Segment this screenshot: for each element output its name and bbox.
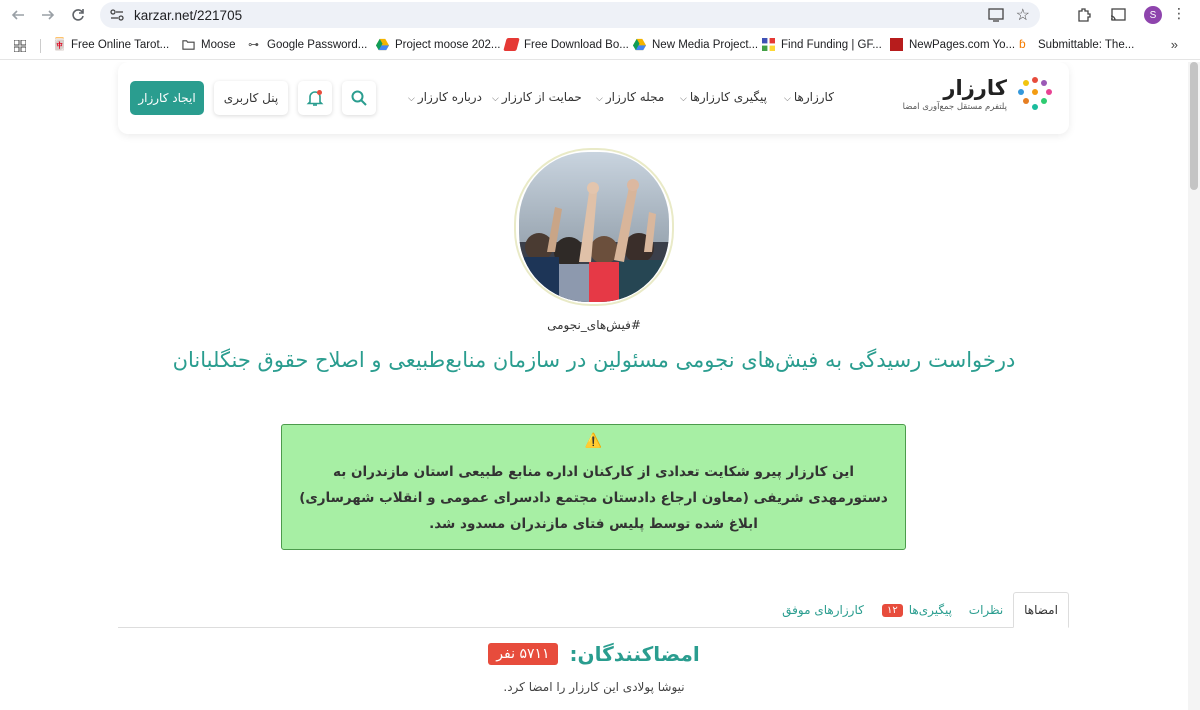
bookmark-star-icon[interactable]: ☆ xyxy=(1016,5,1030,25)
signers-title: امضاکنندگان: xyxy=(569,642,700,666)
url-text[interactable]: karzar.net/221705 xyxy=(134,8,242,23)
menu-item-magazine[interactable]: مجله کارزار⌵ xyxy=(596,90,664,104)
book-icon xyxy=(503,38,520,51)
address-bar[interactable]: karzar.net/221705 ☆ xyxy=(100,2,1040,28)
bookmark-item[interactable]: 🀄 Free Online Tarot... xyxy=(52,38,169,51)
drive-icon xyxy=(633,38,646,51)
site-settings-icon[interactable] xyxy=(110,9,124,21)
notifications-button[interactable] xyxy=(298,81,332,115)
bookmark-folder[interactable]: Moose xyxy=(182,38,236,51)
menu-item-about[interactable]: درباره کارزار⌵ xyxy=(408,90,482,104)
menu-item-followups[interactable]: پیگیری کارزارها⌵ xyxy=(680,90,767,104)
recent-signer: نیوشا پولادی این کارزار را امضا کرد. xyxy=(503,680,685,694)
grid-icon xyxy=(762,38,775,51)
campaign-hashtag[interactable]: #فیش‌های_نجومی xyxy=(0,318,1188,332)
alert-text: این کارزار پیرو شکایت تعدادی از کارکنان … xyxy=(299,464,888,532)
chevron-down-icon: ⌵ xyxy=(784,94,791,104)
search-button[interactable] xyxy=(342,81,376,115)
bookmark-item[interactable]: ⊶ Google Password... xyxy=(248,38,367,52)
create-campaign-button[interactable]: ایجاد کارزار xyxy=(130,81,204,115)
reload-icon[interactable] xyxy=(63,0,93,30)
menu-item-campaigns[interactable]: کارزارها⌵ xyxy=(784,90,834,104)
submittable-icon: ɓ xyxy=(1019,37,1026,51)
apps-grid-icon[interactable] xyxy=(14,40,26,52)
profile-avatar[interactable]: S xyxy=(1144,6,1162,24)
web-page: ایجاد کارزار پنل کاربری درباره کارزار⌵ ح… xyxy=(0,62,1188,710)
site-header: ایجاد کارزار پنل کاربری درباره کارزار⌵ ح… xyxy=(118,62,1069,134)
tab-followups[interactable]: پیگیری‌ها ۱۲ xyxy=(874,592,960,628)
tarot-icon: 🀄 xyxy=(52,37,67,51)
user-panel-button[interactable]: پنل کاربری xyxy=(214,81,288,115)
tab-comments[interactable]: نظرات xyxy=(964,592,1008,628)
logo-tagline: پلتفرم مستقل جمع‌آوری امضا xyxy=(902,102,1007,112)
bookmark-item[interactable]: Find Funding | GF... xyxy=(762,38,882,51)
bookmark-item[interactable]: ɓ Submittable: The... xyxy=(1019,38,1134,51)
logo-name: کارزار xyxy=(943,76,1007,100)
newpages-icon xyxy=(890,38,903,51)
chrome-menu-icon[interactable]: ⋮ xyxy=(1172,6,1186,22)
site-logo[interactable]: کارزار پلتفرم مستقل جمع‌آوری امضا xyxy=(903,76,1053,112)
extensions-icon[interactable] xyxy=(1076,7,1092,23)
bookmark-item[interactable]: Project moose 202... xyxy=(376,38,500,51)
install-app-icon[interactable] xyxy=(988,8,1004,22)
chevron-down-icon: ⌵ xyxy=(680,94,687,104)
warning-icon: ⚠️ xyxy=(584,433,603,449)
blocked-alert: ⚠️ این کارزار پیرو شکایت تعدادی از کارکن… xyxy=(281,424,906,550)
bookmark-item[interactable]: New Media Project... xyxy=(633,38,758,51)
bookmark-item[interactable]: NewPages.com Yo... xyxy=(890,38,1015,51)
signers-count-badge: ۵۷۱۱ نفر xyxy=(488,643,558,665)
tab-signatures[interactable]: امضاها xyxy=(1013,592,1069,628)
menu-item-support[interactable]: حمایت از کارزار⌵ xyxy=(492,90,582,104)
bell-icon xyxy=(306,90,324,106)
chevron-down-icon: ⌵ xyxy=(408,94,415,104)
drive-icon xyxy=(376,38,389,51)
bookmarks-bar: 🀄 Free Online Tarot... Moose ⊶ Google Pass… xyxy=(0,32,1200,60)
page-scrollbar[interactable] xyxy=(1188,62,1200,710)
signers-header: امضاکنندگان: ۵۷۱۱ نفر xyxy=(0,642,1188,666)
scrollbar-thumb[interactable] xyxy=(1190,62,1198,190)
campaign-tabs: امضاها نظرات پیگیری‌ها ۱۲ کارزارهای موفق xyxy=(118,592,1069,628)
campaign-image-frame xyxy=(514,148,674,306)
cast-icon[interactable] xyxy=(1110,8,1126,22)
logo-dots-icon xyxy=(1018,77,1052,110)
more-bookmarks-icon[interactable]: » xyxy=(1171,37,1178,52)
campaign-image xyxy=(519,152,669,302)
browser-toolbar: karzar.net/221705 ☆ S ⋮ xyxy=(0,0,1200,30)
bookmark-item[interactable]: Free Download Bo... xyxy=(503,38,629,51)
key-icon: ⊶ xyxy=(248,39,259,51)
followups-count-badge: ۱۲ xyxy=(882,603,903,617)
chevron-down-icon: ⌵ xyxy=(596,94,603,104)
campaign-title: درخواست رسیدگی به فیش‌های نجومی مسئولین … xyxy=(172,348,1016,372)
tab-label: پیگیری‌ها xyxy=(908,603,952,617)
tab-successful[interactable]: کارزارهای موفق xyxy=(778,592,868,628)
back-icon[interactable] xyxy=(3,0,33,30)
forward-icon[interactable] xyxy=(33,0,63,30)
folder-icon xyxy=(182,40,195,50)
search-icon xyxy=(351,90,367,106)
chevron-down-icon: ⌵ xyxy=(492,94,499,104)
